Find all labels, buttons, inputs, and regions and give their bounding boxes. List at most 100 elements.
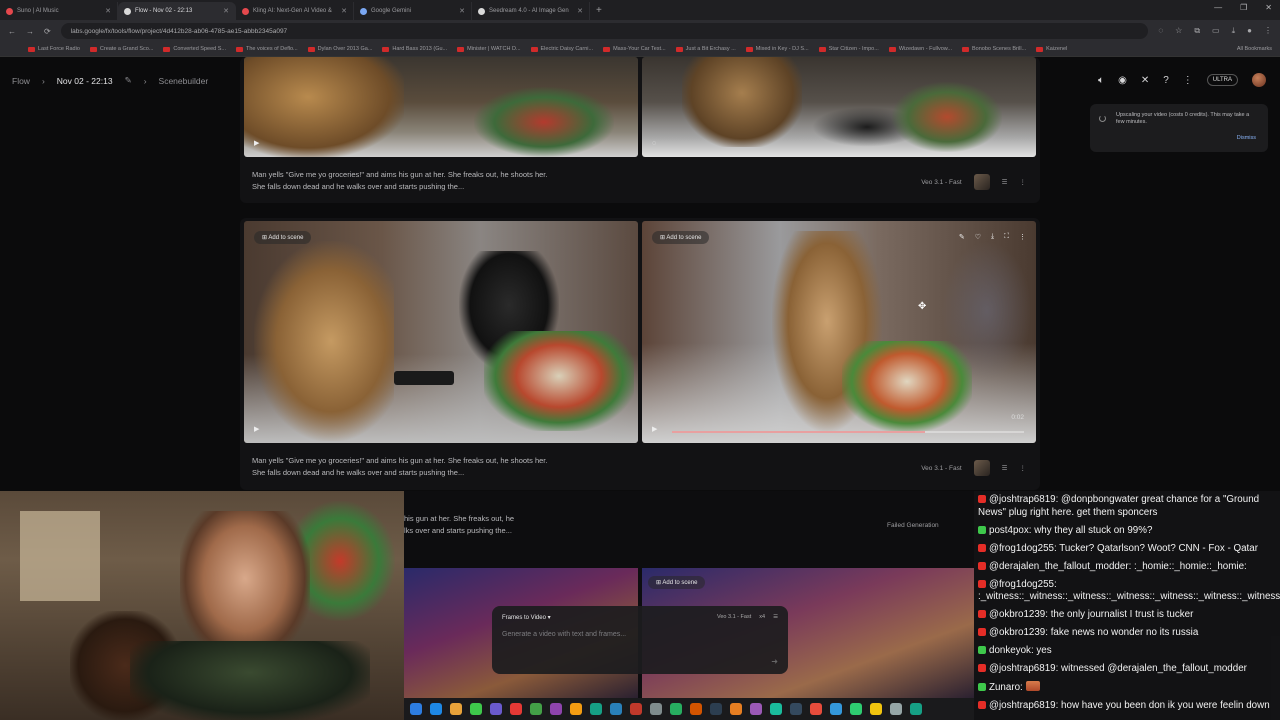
taskbar-app-icon[interactable] <box>790 703 802 715</box>
taskbar-app-icon[interactable] <box>650 703 662 715</box>
all-bookmarks-button[interactable]: All Bookmarks <box>1237 46 1280 52</box>
pause-icon[interactable]: ▶ <box>652 425 657 433</box>
model-select[interactable]: Veo 3.1 - Fast <box>717 614 751 620</box>
taskbar-app-icon[interactable] <box>750 703 762 715</box>
taskbar-app-icon[interactable] <box>490 703 502 715</box>
download-icon[interactable]: ⤓ <box>991 233 994 241</box>
taskbar-app-icon[interactable] <box>910 703 922 715</box>
settings-sliders-icon[interactable]: ☰ <box>773 614 778 620</box>
output-count[interactable]: x4 <box>759 614 765 620</box>
close-icon[interactable]: ✕ <box>223 7 229 15</box>
prompt-input[interactable]: Generate a video with text and frames... <box>502 631 778 638</box>
add-to-scene-button[interactable]: ⊞ Add to scene <box>648 576 706 589</box>
more-icon[interactable]: ⋮ <box>1019 233 1026 241</box>
back-icon[interactable]: ← <box>8 27 16 36</box>
taskbar-app-icon[interactable] <box>510 703 522 715</box>
star-icon[interactable]: ☆ <box>1175 26 1182 36</box>
breadcrumb-section[interactable]: Scenebuilder <box>159 76 209 86</box>
clip-thumbnail-playing[interactable]: ⊞ Add to scene ✎ ♡ ⤓ ⛶ ⋮ ✥ 0:02 ▶ <box>642 221 1036 443</box>
edit-icon[interactable]: ✎ <box>959 233 965 241</box>
play-icon[interactable]: ▶ <box>254 139 259 147</box>
more-icon[interactable]: ⋮ <box>1020 464 1027 472</box>
taskbar-app-icon[interactable] <box>630 703 642 715</box>
new-tab-button[interactable]: + <box>590 2 608 20</box>
taskbar-app-icon[interactable] <box>690 703 702 715</box>
bookmark-item[interactable]: Wizedawn - Fullvow... <box>888 46 952 52</box>
frame-thumb[interactable] <box>973 174 990 190</box>
taskbar-app-icon[interactable] <box>810 703 822 715</box>
bookmark-item[interactable]: Minister | WATCH D... <box>457 46 521 52</box>
bookmark-item[interactable]: Just a Bit Erchasy ... <box>675 46 736 52</box>
bookmark-item[interactable]: Converted Speed S... <box>163 46 226 52</box>
more-icon[interactable]: ⋮ <box>1183 75 1193 86</box>
bookmark-item[interactable]: Last Force Radio <box>28 46 80 52</box>
taskbar-app-icon[interactable] <box>530 703 542 715</box>
close-icon[interactable]: ✕ <box>577 7 583 15</box>
menu-icon[interactable]: ⋮ <box>1264 26 1272 36</box>
bookmark-item[interactable]: Kaizenel <box>1036 46 1067 52</box>
bookmark-item[interactable]: The voices of Deflo... <box>235 46 298 52</box>
discord-icon[interactable]: ◉ <box>1118 75 1127 86</box>
taskbar-app-icon[interactable] <box>570 703 582 715</box>
bookmark-item[interactable]: Star Citizen - Impo... <box>818 46 879 52</box>
clip-thumbnail[interactable]: ◌ <box>642 57 1036 157</box>
avatar[interactable] <box>1252 73 1266 87</box>
bookmark-item[interactable]: Hard Bass 2013 (Gu... <box>382 46 447 52</box>
profile-icon[interactable]: ● <box>1247 26 1252 36</box>
breadcrumb-project[interactable]: Nov 02 - 22:13 <box>57 76 113 86</box>
clip-thumbnail[interactable]: ⊞ Add to scene ▶ <box>244 221 638 443</box>
sidepanel-icon[interactable]: ▭ <box>1212 26 1220 36</box>
clip-thumbnail[interactable]: ▶ <box>244 57 638 157</box>
send-arrow-icon[interactable]: ➜ <box>771 657 778 666</box>
extensions-icon[interactable]: ⧉ <box>1194 26 1200 36</box>
volume-icon[interactable]: 🔈︎ <box>1098 75 1104 86</box>
download-icon[interactable]: ⤓ <box>1232 26 1236 36</box>
bookmark-item[interactable]: Mixed in Key - DJ S... <box>745 46 809 52</box>
add-to-scene-button[interactable]: ⊞ Add to scene <box>254 231 312 244</box>
taskbar-app-icon[interactable] <box>830 703 842 715</box>
add-to-scene-button[interactable]: ⊞ Add to scene <box>652 231 710 244</box>
taskbar-app-icon[interactable] <box>870 703 882 715</box>
close-icon[interactable]: ✕ <box>105 7 111 15</box>
taskbar-app-icon[interactable] <box>670 703 682 715</box>
settings-sliders-icon[interactable]: ☰ <box>1002 178 1008 186</box>
edit-pencil-icon[interactable]: ✎ <box>125 75 132 86</box>
bookmark-item[interactable]: Bonobo Scenes Brill... <box>962 46 1026 52</box>
taskbar-app-icon[interactable] <box>730 703 742 715</box>
video-scrubber[interactable] <box>672 431 1024 433</box>
browser-tab[interactable]: Kling AI: Next-Gen AI Video & ✕ <box>236 2 354 20</box>
bookmark-item[interactable]: Electric Daisy Carni... <box>530 46 593 52</box>
browser-tab[interactable]: Google Gemini ✕ <box>354 2 472 20</box>
settings-sliders-icon[interactable]: ☰ <box>1002 464 1008 472</box>
browser-tab-active[interactable]: Flow - Nov 02 - 22:13 ✕ <box>118 2 236 20</box>
taskbar-app-icon[interactable] <box>410 703 422 715</box>
close-icon[interactable]: ✕ <box>341 7 347 15</box>
bookmark-item[interactable]: Mass-Your Car Test... <box>603 46 666 52</box>
eye-off-icon[interactable]: ◌ <box>1158 26 1163 36</box>
taskbar-app-icon[interactable] <box>590 703 602 715</box>
favorite-icon[interactable]: ♡ <box>975 233 981 241</box>
taskbar-app-icon[interactable] <box>450 703 462 715</box>
frame-thumb[interactable] <box>973 460 990 476</box>
url-field[interactable]: labs.google/fx/tools/flow/project/4d412b… <box>60 23 1149 39</box>
taskbar-app-icon[interactable] <box>470 703 482 715</box>
x-social-icon[interactable]: ✕ <box>1141 75 1149 86</box>
reload-icon[interactable]: ⟳ <box>44 27 51 36</box>
taskbar-app-icon[interactable] <box>850 703 862 715</box>
bookmark-item[interactable]: Create a Grand Sco... <box>89 46 153 52</box>
fullscreen-icon[interactable]: ⛶ <box>1004 233 1009 241</box>
maximize-button[interactable]: ❐ <box>1240 3 1247 12</box>
more-icon[interactable]: ⋮ <box>1020 178 1027 186</box>
help-icon[interactable]: ? <box>1163 75 1169 86</box>
taskbar-app-icon[interactable] <box>550 703 562 715</box>
taskbar-app-icon[interactable] <box>430 703 442 715</box>
browser-tab[interactable]: Seedream 4.0 - AI Image Gen ✕ <box>472 2 590 20</box>
taskbar-app-icon[interactable] <box>610 703 622 715</box>
taskbar-app-icon[interactable] <box>890 703 902 715</box>
bookmark-item[interactable]: Dylan Over 2013 Ga... <box>307 46 372 52</box>
close-icon[interactable]: ✕ <box>459 7 465 15</box>
browser-tab[interactable]: Suno | AI Music ✕ <box>0 2 118 20</box>
close-window-button[interactable]: ✕ <box>1265 3 1272 12</box>
play-icon[interactable]: ▶ <box>254 425 259 433</box>
taskbar-app-icon[interactable] <box>710 703 722 715</box>
